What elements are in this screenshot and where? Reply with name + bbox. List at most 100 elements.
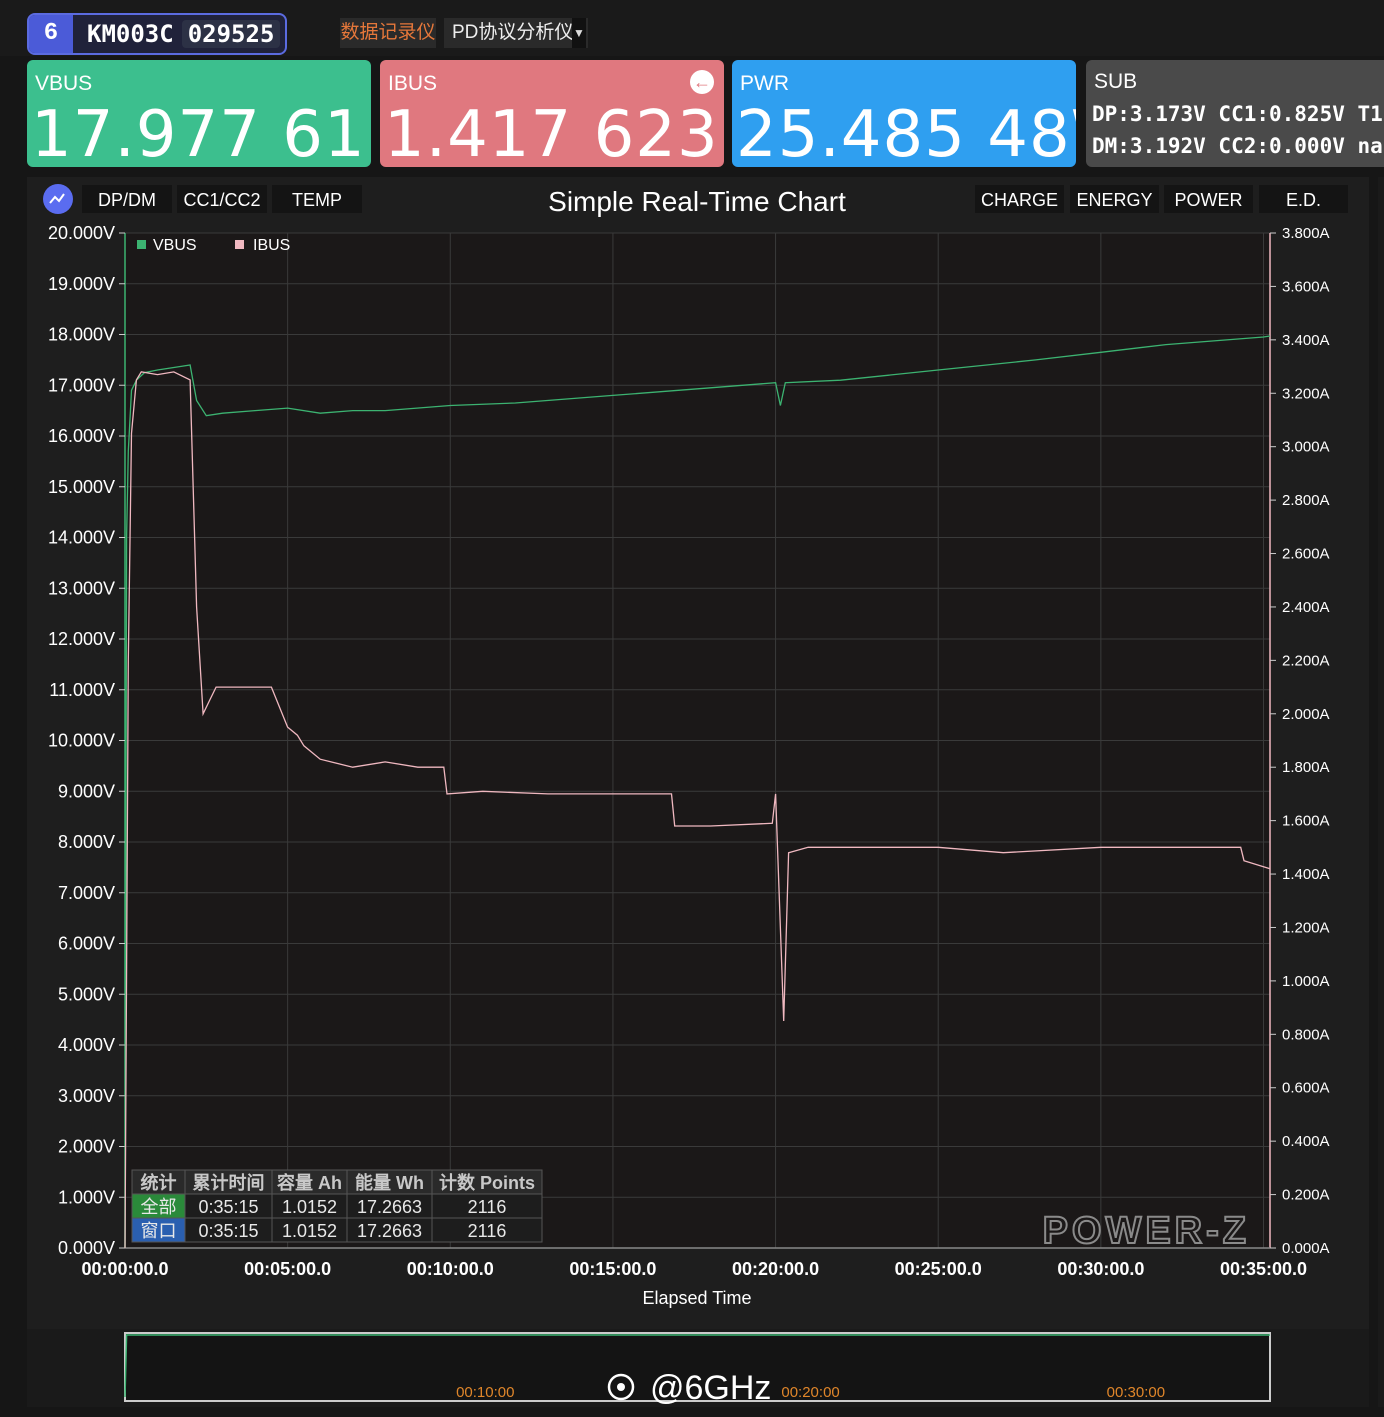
- pwr-card: PWR 25.485 48W: [732, 60, 1076, 167]
- vertical-scrollbar[interactable]: [1378, 177, 1384, 1407]
- y-left-tick-label: 20.000V: [48, 223, 115, 243]
- tab-data-logger[interactable]: 数据记录仪: [340, 18, 436, 48]
- vbus-label: VBUS: [35, 72, 93, 95]
- legend-vbus: VBUS: [153, 237, 197, 254]
- ibus-card: IBUS ← 1.417 623 A: [380, 60, 724, 167]
- x-tick-label: 00:10:00.0: [407, 1259, 494, 1279]
- stats-cell: 0:35:15: [198, 1197, 258, 1217]
- chart-title: Simple Real-Time Chart: [548, 186, 846, 217]
- y-right-tick-label: 3.600A: [1282, 278, 1330, 295]
- y-left-tick-label: 4.000V: [58, 1035, 115, 1055]
- y-left-tick-label: 15.000V: [48, 477, 115, 497]
- chart-panel: DP/DM CC1/CC2 TEMP Simple Real-Time Chart …: [27, 177, 1369, 1407]
- arrow-left-icon[interactable]: ←: [690, 70, 714, 94]
- stats-header: 累计时间: [193, 1172, 265, 1193]
- realtime-chart[interactable]: DP/DM CC1/CC2 TEMP Simple Real-Time Chart …: [27, 177, 1369, 1407]
- device-selector[interactable]: 6 KM003C 029525: [27, 13, 287, 55]
- vbus-card: VBUS 17.977 61 V: [27, 60, 371, 167]
- stats-cell: 0:35:15: [198, 1221, 258, 1241]
- x-tick-label: 00:20:00.0: [732, 1259, 819, 1279]
- y-right-tick-label: 1.600A: [1282, 813, 1330, 830]
- chart-mode-label: ENERGY: [1076, 190, 1152, 210]
- tab-pd-label: PD协议分析仪: [452, 22, 574, 43]
- y-right-tick-label: 0.000A: [1282, 1240, 1330, 1257]
- stats-cell: 1.0152: [282, 1221, 337, 1241]
- y-right-tick-label: 0.600A: [1282, 1080, 1330, 1097]
- stats-cell: 17.2663: [357, 1197, 422, 1217]
- y-left-tick-label: 18.000V: [48, 325, 115, 345]
- y-left-tick-label: 17.000V: [48, 375, 115, 395]
- y-left-tick-label: 11.000V: [49, 680, 115, 700]
- device-serial: 029525: [181, 20, 281, 48]
- x-tick-label: 00:30:00.0: [1057, 1259, 1144, 1279]
- chevron-down-icon[interactable]: ▼: [572, 18, 586, 48]
- sub-label: SUB: [1094, 70, 1138, 93]
- vbus-value: 17.977 61 V: [31, 98, 371, 167]
- y-left-tick-label: 14.000V: [48, 528, 115, 548]
- stats-cell: 1.0152: [282, 1197, 337, 1217]
- x-axis-label: Elapsed Time: [642, 1288, 751, 1308]
- overview-tick-label: 00:10:00: [456, 1384, 514, 1401]
- ibus-label: IBUS: [388, 72, 438, 95]
- y-left-tick-label: 2.000V: [58, 1137, 115, 1157]
- y-right-tick-label: 3.400A: [1282, 332, 1330, 349]
- chart-mode-label: E.D.: [1286, 190, 1321, 210]
- y-right-tick-label: 1.200A: [1282, 919, 1330, 936]
- pwr-label: PWR: [740, 72, 789, 95]
- x-tick-label: 00:25:00.0: [895, 1259, 982, 1279]
- overview-tick-label: 00:30:00: [1107, 1384, 1165, 1401]
- y-right-tick-label: 2.600A: [1282, 546, 1330, 563]
- y-left-tick-label: 3.000V: [58, 1086, 115, 1106]
- y-right-tick-label: 2.800A: [1282, 492, 1330, 509]
- chart-mode-label: POWER: [1174, 190, 1242, 210]
- stats-cell: 2116: [468, 1197, 507, 1217]
- y-right-tick-label: 3.200A: [1282, 385, 1330, 402]
- y-right-tick-label: 1.400A: [1282, 866, 1330, 883]
- y-right-tick-label: 0.400A: [1282, 1133, 1330, 1150]
- sub-row-2: DM:3.192V CC2:0.000V na: [1092, 134, 1383, 158]
- x-tick-label: 00:05:00.0: [244, 1259, 331, 1279]
- y-left-tick-label: 9.000V: [58, 781, 115, 801]
- y-right-tick-label: 0.200A: [1282, 1187, 1330, 1204]
- chart-mode-label: CHARGE: [981, 190, 1058, 210]
- stats-cell: 窗口: [141, 1221, 177, 1241]
- overview-tick-label: 00:20:00: [781, 1384, 839, 1401]
- chart-tab-label: TEMP: [292, 190, 342, 210]
- device-model: KM003C: [87, 20, 174, 48]
- stats-header: 能量 Wh: [355, 1172, 424, 1193]
- y-left-tick-label: 0.000V: [58, 1238, 115, 1258]
- stats-header: 容量 Ah: [277, 1172, 342, 1193]
- stats-cell: 全部: [141, 1197, 177, 1217]
- x-tick-label: 00:15:00.0: [569, 1259, 656, 1279]
- y-left-tick-label: 6.000V: [58, 934, 115, 954]
- y-right-tick-label: 0.800A: [1282, 1026, 1330, 1043]
- y-left-tick-label: 12.000V: [48, 629, 115, 649]
- tab-pd-analyzer[interactable]: PD协议分析仪 ▼: [444, 18, 588, 48]
- watermark: POWER-Z: [1043, 1210, 1250, 1252]
- legend-ibus: IBUS: [253, 237, 290, 254]
- y-right-tick-label: 3.800A: [1282, 225, 1330, 242]
- pwr-value: 25.485 48W: [736, 98, 1076, 167]
- y-left-tick-label: 16.000V: [48, 426, 115, 446]
- stats-cell: 2116: [468, 1221, 507, 1241]
- legend-swatch-ibus: [235, 240, 244, 249]
- x-tick-label: 00:00:00.0: [81, 1259, 168, 1279]
- sub-row-1: DP:3.173V CC1:0.825V T1:35.72: [1092, 102, 1384, 126]
- sub-card: SUB DP:3.173V CC1:0.825V T1:35.72 DM:3.1…: [1086, 60, 1384, 167]
- y-left-tick-label: 19.000V: [48, 274, 115, 294]
- x-tick-label: 00:35:00.0: [1220, 1259, 1307, 1279]
- chart-tab-label: DP/DM: [98, 190, 156, 210]
- legend-swatch-vbus: [137, 240, 146, 249]
- stats-cell: 17.2663: [357, 1221, 422, 1241]
- y-right-tick-label: 2.400A: [1282, 599, 1330, 616]
- credit-text: @6GHz: [650, 1369, 771, 1407]
- chart-tab-label: CC1/CC2: [183, 190, 260, 210]
- top-bar: 6 KM003C 029525 数据记录仪 PD协议分析仪 ▼: [0, 0, 1384, 56]
- y-left-tick-label: 5.000V: [58, 984, 115, 1004]
- ibus-value: 1.417 623 A: [384, 98, 724, 167]
- y-left-tick-label: 13.000V: [48, 578, 115, 598]
- y-right-tick-label: 2.000A: [1282, 706, 1330, 723]
- y-left-tick-label: 8.000V: [58, 832, 115, 852]
- y-left-tick-label: 7.000V: [58, 883, 115, 903]
- y-left-tick-label: 10.000V: [48, 731, 115, 751]
